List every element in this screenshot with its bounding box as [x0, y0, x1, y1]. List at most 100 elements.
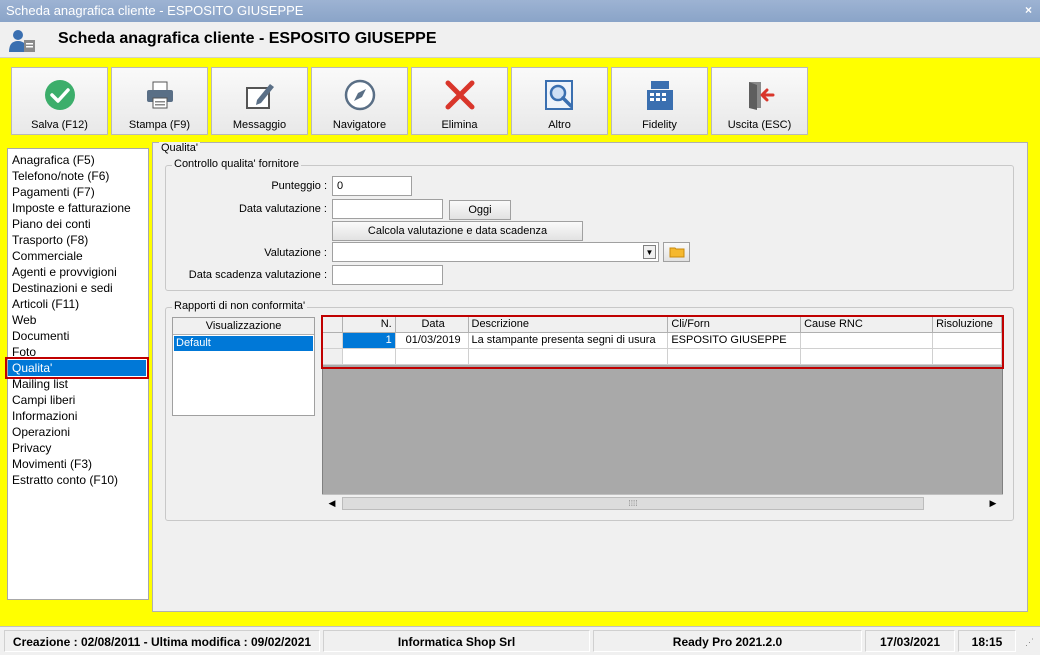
rnc-table: N. Data Descrizione Cli/Forn Cause RNC R…	[323, 316, 1002, 365]
cell-empty[interactable]	[468, 348, 669, 365]
close-icon[interactable]: ×	[1025, 3, 1032, 17]
sidebar-item-articoli[interactable]: Articoli (F11)	[8, 296, 148, 312]
other-button[interactable]: Altro	[511, 67, 608, 135]
cell-empty[interactable]	[342, 348, 396, 365]
row-indicator[interactable]	[323, 348, 344, 365]
rapporti-legend: Rapporti di non conformita'	[172, 300, 308, 312]
folder-icon	[669, 247, 684, 258]
column-header-cli-forn[interactable]: Cli/Forn	[667, 316, 802, 333]
sidebar-item-informazioni[interactable]: Informazioni	[8, 408, 148, 424]
sidebar-nav: Anagrafica (F5) Telefono/note (F6) Pagam…	[5, 148, 149, 600]
printer-icon	[146, 81, 173, 109]
sidebar-item-commerciale[interactable]: Commerciale	[8, 248, 148, 264]
column-header-data[interactable]: Data	[395, 316, 469, 333]
cash-register-icon	[646, 81, 673, 110]
sidebar-item-destinazioni[interactable]: Destinazioni e sedi	[8, 280, 148, 296]
horizontal-scrollbar[interactable]: ◀ ⁞⁞⁞⁞ ▶	[322, 494, 1003, 511]
visualizzazione-header: Visualizzazione	[173, 318, 314, 335]
sidebar-item-trasporto[interactable]: Trasporto (F8)	[8, 232, 148, 248]
data-valutazione-label: Data valutazione :	[238, 203, 327, 215]
table-row-new[interactable]	[323, 348, 1002, 365]
sidebar-item-agenti[interactable]: Agenti e provvigioni	[8, 264, 148, 280]
column-header-cause-rnc[interactable]: Cause RNC	[800, 316, 934, 333]
exit-button[interactable]: Uscita (ESC)	[711, 67, 808, 135]
valutazione-select[interactable]: ▼	[332, 242, 659, 262]
compass-icon	[344, 79, 375, 111]
cell-empty[interactable]	[395, 348, 469, 365]
row-indicator[interactable]	[323, 332, 344, 349]
section-title: Qualita'	[159, 142, 200, 154]
sidebar-item-pagamenti[interactable]: Pagamenti (F7)	[8, 184, 148, 200]
data-valutazione-input[interactable]	[332, 199, 443, 219]
fidelity-button[interactable]: Fidelity	[611, 67, 708, 135]
compose-message-icon	[245, 84, 274, 109]
oggi-button[interactable]: Oggi	[449, 200, 511, 220]
sidebar-item-foto[interactable]: Foto	[8, 344, 148, 360]
cell-empty[interactable]	[667, 348, 802, 365]
resize-grip-icon[interactable]: ⋰	[1025, 637, 1034, 648]
check-circle-icon	[44, 80, 75, 110]
visualizzazione-item[interactable]: Default	[174, 336, 313, 351]
sidebar-item-movimenti[interactable]: Movimenti (F3)	[8, 456, 148, 472]
open-folder-button[interactable]	[663, 242, 690, 262]
sidebar-item-campi-liberi[interactable]: Campi liberi	[8, 392, 148, 408]
navigator-button-label: Navigatore	[332, 119, 387, 131]
qualita-panel: Qualita' Controllo qualita' fornitore Pu…	[152, 142, 1028, 612]
cell-empty[interactable]	[932, 348, 1002, 365]
sidebar-item-privacy[interactable]: Privacy	[8, 440, 148, 456]
cell-data[interactable]: 01/03/2019	[395, 332, 469, 349]
sidebar-item-anagrafica[interactable]: Anagrafica (F5)	[8, 152, 148, 168]
exit-button-label: Uscita (ESC)	[727, 119, 792, 131]
cell-n[interactable]: 1	[342, 332, 396, 349]
sidebar-item-estratto-conto[interactable]: Estratto conto (F10)	[8, 472, 148, 488]
sidebar-item-telefono-note[interactable]: Telefono/note (F6)	[8, 168, 148, 184]
sidebar-item-web[interactable]: Web	[8, 312, 148, 328]
page-title: Scheda anagrafica cliente - ESPOSITO GIU…	[58, 30, 437, 47]
sidebar-item-operazioni[interactable]: Operazioni	[8, 424, 148, 440]
sidebar-item-piano-conti[interactable]: Piano dei conti	[8, 216, 148, 232]
status-time: 18:15	[958, 630, 1016, 652]
sidebar-item-imposte[interactable]: Imposte e fatturazione	[8, 200, 148, 216]
sidebar-item-qualita[interactable]: Qualita'	[5, 357, 149, 379]
cell-cli-forn[interactable]: ESPOSITO GIUSEPPE	[667, 332, 802, 349]
sidebar-item-documenti[interactable]: Documenti	[8, 328, 148, 344]
message-button[interactable]: Messaggio	[211, 67, 308, 135]
punteggio-input[interactable]	[332, 176, 412, 196]
controllo-qualita-legend: Controllo qualita' fornitore	[172, 158, 302, 170]
cell-empty[interactable]	[800, 348, 934, 365]
print-button-label: Stampa (F9)	[128, 119, 191, 131]
calcola-valutazione-button[interactable]: Calcola valutazione e data scadenza	[332, 221, 583, 241]
visualizzazione-list: Visualizzazione Default	[172, 317, 315, 416]
scroll-thumb[interactable]: ⁞⁞⁞⁞	[342, 497, 924, 510]
save-button[interactable]: Salva (F12)	[11, 67, 108, 135]
window-titlebar: Scheda anagrafica cliente - ESPOSITO GIU…	[0, 0, 1040, 22]
sidebar-item-mailing-list[interactable]: Mailing list	[8, 376, 148, 392]
data-scadenza-input[interactable]	[332, 265, 443, 285]
save-button-label: Salva (F12)	[31, 119, 88, 131]
cell-risoluzione[interactable]	[932, 332, 1002, 349]
fidelity-button-label: Fidelity	[642, 119, 677, 131]
chevron-down-icon[interactable]: ▼	[643, 245, 656, 259]
message-button-label: Messaggio	[232, 119, 287, 131]
column-header-risoluzione[interactable]: Risoluzione	[932, 316, 1002, 333]
status-company: Informatica Shop Srl	[323, 630, 590, 652]
status-creation: Creazione : 02/08/2011 - Ultima modifica…	[4, 630, 320, 652]
column-header-descrizione[interactable]: Descrizione	[468, 316, 669, 333]
scroll-left-icon[interactable]: ◀	[324, 496, 340, 511]
red-x-icon	[445, 80, 474, 110]
cell-descrizione[interactable]: La stampante presenta segni di usura	[468, 332, 669, 349]
print-button[interactable]: Stampa (F9)	[111, 67, 208, 135]
delete-button-label: Elimina	[441, 119, 478, 131]
scroll-right-icon[interactable]: ▶	[985, 496, 1001, 511]
table-row[interactable]: 1 01/03/2019 La stampante presenta segni…	[323, 332, 1002, 349]
punteggio-label: Punteggio :	[271, 180, 327, 192]
delete-button[interactable]: Elimina	[411, 67, 508, 135]
other-button-label: Altro	[548, 119, 571, 131]
cell-cause-rnc[interactable]	[800, 332, 934, 349]
column-header-n[interactable]: N.	[342, 316, 396, 333]
navigator-button[interactable]: Navigatore	[311, 67, 408, 135]
customer-card-icon	[9, 30, 35, 52]
exit-door-icon	[748, 82, 774, 110]
form-header: Scheda anagrafica cliente - ESPOSITO GIU…	[0, 22, 1040, 58]
row-indicator-header	[323, 316, 344, 333]
